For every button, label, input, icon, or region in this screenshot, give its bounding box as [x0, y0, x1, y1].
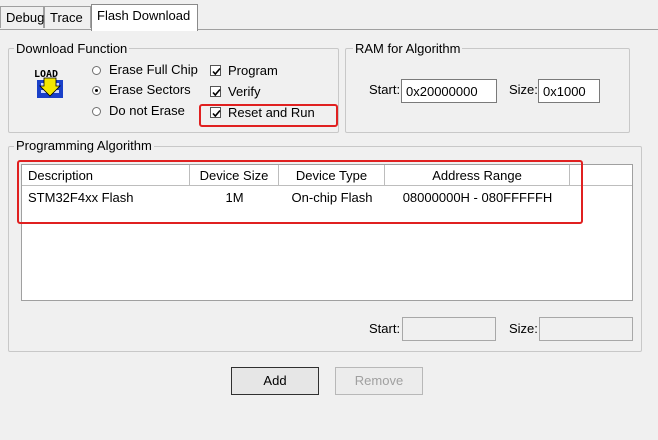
- add-button[interactable]: Add: [231, 367, 319, 395]
- programming-algorithm-title: Programming Algorithm: [14, 138, 154, 153]
- program-checkbox[interactable]: [210, 65, 221, 76]
- load-flash-icon: LOAD: [33, 66, 69, 102]
- ram-for-algorithm-title: RAM for Algorithm: [353, 41, 463, 56]
- ram-start-input[interactable]: [401, 79, 497, 103]
- algorithm-size-label: Size:: [509, 321, 538, 336]
- remove-button[interactable]: Remove: [335, 367, 423, 395]
- erase-full-chip-label[interactable]: Erase Full Chip: [109, 62, 198, 77]
- erase-sectors-radio[interactable]: [92, 86, 101, 95]
- ram-size-label: Size:: [509, 82, 538, 97]
- erase-full-chip-radio[interactable]: [92, 66, 101, 75]
- download-function-title: Download Function: [14, 41, 130, 56]
- ram-size-input[interactable]: [538, 79, 600, 103]
- ram-start-label: Start:: [369, 82, 401, 97]
- verify-checkbox[interactable]: [210, 86, 221, 97]
- tab-debug[interactable]: Debug: [0, 6, 44, 28]
- do-not-erase-radio[interactable]: [92, 107, 101, 116]
- algorithm-size-input[interactable]: [539, 317, 633, 341]
- verify-label[interactable]: Verify: [228, 84, 261, 99]
- reset-and-run-highlight: [199, 104, 338, 127]
- algorithm-table-highlight: [17, 160, 583, 224]
- erase-sectors-label[interactable]: Erase Sectors: [109, 82, 191, 97]
- algorithm-start-label: Start:: [369, 321, 401, 336]
- algorithm-start-input[interactable]: [402, 317, 496, 341]
- tab-trace[interactable]: Trace: [44, 6, 91, 28]
- do-not-erase-label[interactable]: Do not Erase: [109, 103, 185, 118]
- program-label[interactable]: Program: [228, 63, 278, 78]
- tab-flash-download[interactable]: Flash Download: [91, 4, 198, 31]
